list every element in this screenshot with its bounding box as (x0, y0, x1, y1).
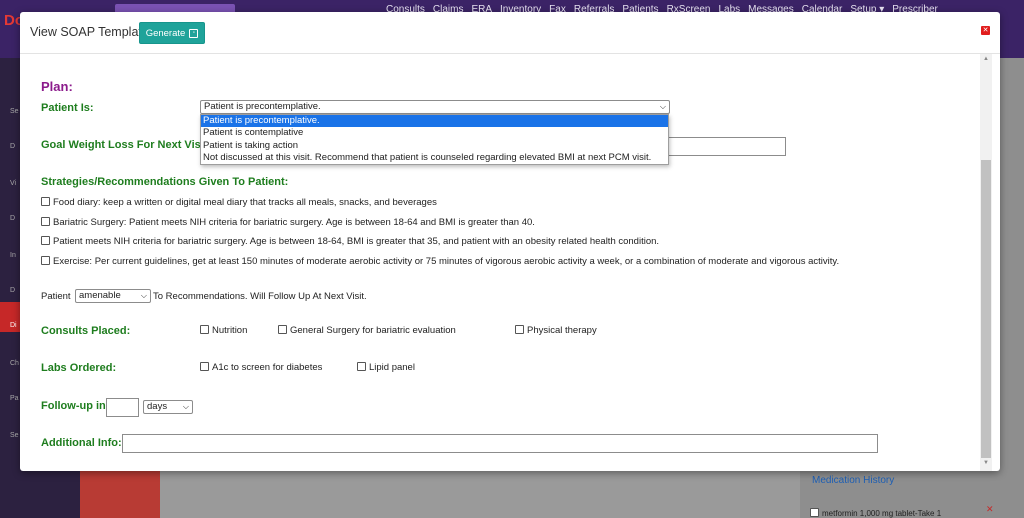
followup-label: Follow-up in (41, 400, 106, 412)
generate-button-label: Generate (145, 27, 186, 39)
sidebar-item[interactable]: D (10, 143, 15, 150)
patient-prefix: Patient (41, 291, 71, 302)
strategy-checkbox[interactable] (41, 236, 50, 245)
sidebar-item[interactable]: Vi (10, 180, 16, 187)
sidebar-item[interactable]: Se (10, 108, 19, 115)
lab-label: A1c to screen for diabetes (212, 362, 323, 373)
consult-checkbox[interactable] (200, 325, 209, 334)
sidebar-item[interactable]: Se (10, 432, 19, 439)
strategy-label: Food diary: keep a written or digital me… (53, 197, 437, 208)
patient-is-select[interactable]: Patient is precontemplative. ⌵ (200, 100, 670, 114)
scroll-up-icon[interactable]: ▲ (981, 56, 991, 64)
consult-item-physical-therapy: Physical therapy (515, 325, 597, 336)
amenable-value: amenable (79, 290, 121, 301)
strategy-item: Patient meets NIH criteria for bariatric… (41, 236, 659, 247)
consult-label: Nutrition (212, 325, 248, 336)
labs-label: Labs Ordered: (41, 362, 117, 374)
followup-unit-select[interactable]: days ⌵ (143, 400, 193, 414)
sidebar-item[interactable]: Di (10, 322, 17, 329)
save-icon: ▫ (189, 28, 199, 38)
additional-info-input[interactable] (122, 434, 878, 453)
dropdown-option[interactable]: Patient is taking action (201, 140, 668, 152)
medication-line-text: metformin 1,000 mg tablet-Take 1 (822, 509, 942, 518)
soap-template-modal: View SOAP Template Generate ▫ ✕ ▲ ▼ Plan… (20, 12, 1000, 471)
additional-info-label: Additional Info: (41, 437, 122, 449)
strategy-item: Food diary: keep a written or digital me… (41, 197, 437, 208)
consults-label: Consults Placed: (41, 325, 131, 337)
patient-is-dropdown-list: Patient is precontemplative. Patient is … (200, 114, 669, 165)
consult-item-nutrition: Nutrition (200, 325, 247, 336)
lab-checkbox[interactable] (357, 362, 366, 371)
consult-checkbox[interactable] (515, 325, 524, 334)
amenable-select[interactable]: amenable ⌵ (75, 289, 151, 303)
strategy-item: Bariatric Surgery: Patient meets NIH cri… (41, 217, 535, 228)
goal-weight-label: Goal Weight Loss For Next Visit (41, 139, 208, 151)
consult-label: Physical therapy (527, 325, 597, 336)
close-icon[interactable]: ✕ (981, 26, 990, 35)
patient-suffix: To Recommendations. Will Follow Up At Ne… (153, 291, 367, 302)
scroll-down-icon[interactable]: ▼ (981, 460, 991, 468)
sidebar-item[interactable]: D (10, 287, 15, 294)
lab-item-lipid: Lipid panel (357, 362, 415, 373)
sidebar-item[interactable]: In (10, 252, 16, 259)
scrollbar-thumb[interactable] (981, 160, 991, 458)
strategy-label: Exercise: Per current guidelines, get at… (53, 256, 840, 267)
app-logo: Do (4, 12, 24, 29)
followup-unit-value: days (147, 401, 168, 412)
generate-button[interactable]: Generate ▫ (139, 22, 205, 44)
medication-line: metformin 1,000 mg tablet-Take 1 (810, 508, 941, 518)
bg-content-area (160, 470, 800, 518)
dropdown-option[interactable]: Patient is contemplative (201, 127, 668, 139)
chevron-down-icon: ⌵ (659, 102, 666, 111)
chevron-down-icon: ⌵ (182, 402, 189, 411)
dropdown-option[interactable]: Not discussed at this visit. Recommend t… (201, 152, 668, 164)
sidebar-item[interactable]: Pa (10, 395, 19, 402)
medication-history-link[interactable]: Medication History (812, 475, 894, 486)
plan-heading: Plan: (41, 79, 73, 94)
strategy-item: Exercise: Per current guidelines, get at… (41, 256, 839, 267)
sidebar-item[interactable]: D (10, 215, 15, 222)
checkbox[interactable] (810, 508, 819, 517)
remove-medication-icon[interactable]: ✕ (986, 504, 994, 515)
consult-label: General Surgery for bariatric evaluation (290, 325, 456, 336)
bg-red-panel (80, 470, 160, 518)
patient-is-label: Patient Is: (41, 102, 94, 114)
lab-item-a1c: A1c to screen for diabetes (200, 362, 322, 373)
lab-label: Lipid panel (369, 362, 415, 373)
strategy-checkbox[interactable] (41, 197, 50, 206)
strategy-checkbox[interactable] (41, 217, 50, 226)
dropdown-option[interactable]: Patient is precontemplative. (201, 115, 668, 128)
sidebar-item[interactable]: Ch (10, 360, 19, 367)
consult-checkbox[interactable] (278, 325, 287, 334)
followup-input[interactable] (106, 398, 139, 417)
strategy-label: Patient meets NIH criteria for bariatric… (53, 236, 660, 247)
modal-title: View SOAP Template (30, 25, 149, 39)
lab-checkbox[interactable] (200, 362, 209, 371)
strategy-label: Bariatric Surgery: Patient meets NIH cri… (53, 217, 535, 228)
modal-header: View SOAP Template Generate ▫ ✕ (20, 12, 1000, 54)
strategy-checkbox[interactable] (41, 256, 50, 265)
patient-is-value: Patient is precontemplative. (204, 101, 321, 112)
strategies-heading: Strategies/Recommendations Given To Pati… (41, 176, 289, 188)
chevron-down-icon: ⌵ (140, 291, 147, 300)
consult-item-general-surgery: General Surgery for bariatric evaluation (278, 325, 456, 336)
